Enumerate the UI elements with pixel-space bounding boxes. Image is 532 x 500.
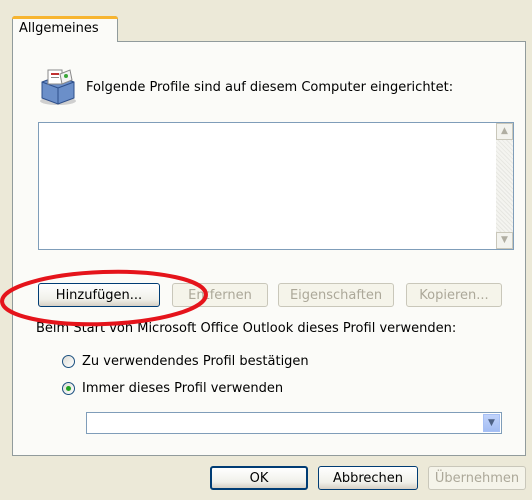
confirm-profile-label: Zu verwendendes Profil bestätigen bbox=[82, 354, 309, 369]
chevron-down-icon[interactable]: ▼ bbox=[483, 414, 500, 432]
always-use-profile-option[interactable]: Immer dieses Profil verwenden bbox=[62, 381, 283, 396]
profile-select[interactable]: ▼ bbox=[86, 412, 502, 434]
copy-button-label: Kopieren... bbox=[419, 287, 489, 303]
properties-button-label: Eigenschaften bbox=[289, 287, 383, 303]
apply-button[interactable]: Übernehmen bbox=[428, 466, 526, 490]
remove-button-label: Entfernen bbox=[188, 287, 252, 303]
ok-button[interactable]: OK bbox=[210, 466, 308, 490]
always-use-profile-radio[interactable] bbox=[62, 382, 75, 395]
scroll-up-button[interactable]: ▲ bbox=[496, 123, 513, 140]
add-profile-button[interactable]: Hinzufügen... bbox=[38, 283, 160, 307]
profile-list-scrollbar[interactable]: ▲ ▼ bbox=[496, 123, 513, 249]
confirm-profile-option[interactable]: Zu verwendendes Profil bestätigen bbox=[62, 354, 309, 369]
cancel-button-label: Abbrechen bbox=[332, 470, 404, 486]
ok-button-label: OK bbox=[249, 470, 269, 486]
cancel-button[interactable]: Abbrechen bbox=[318, 466, 418, 490]
properties-button[interactable]: Eigenschaften bbox=[278, 283, 394, 307]
scroll-down-button[interactable]: ▼ bbox=[496, 232, 513, 249]
remove-profile-button[interactable]: Entfernen bbox=[172, 283, 268, 307]
profiles-header-text: Folgende Profile sind auf diesem Compute… bbox=[86, 80, 454, 95]
add-button-label: Hinzufügen... bbox=[55, 287, 143, 303]
startup-profile-label: Beim Start von Microsoft Office Outlook … bbox=[36, 321, 457, 336]
apply-button-label: Übernehmen bbox=[434, 470, 520, 486]
tab-label: Allgemeines bbox=[19, 21, 99, 36]
tab-allgemeines[interactable]: Allgemeines bbox=[12, 16, 118, 42]
always-use-profile-label: Immer dieses Profil verwenden bbox=[82, 381, 284, 396]
profile-listbox[interactable]: ▲ ▼ bbox=[38, 122, 514, 250]
confirm-profile-radio[interactable] bbox=[62, 355, 75, 368]
mail-profile-icon bbox=[36, 68, 80, 106]
copy-profile-button[interactable]: Kopieren... bbox=[406, 283, 502, 307]
